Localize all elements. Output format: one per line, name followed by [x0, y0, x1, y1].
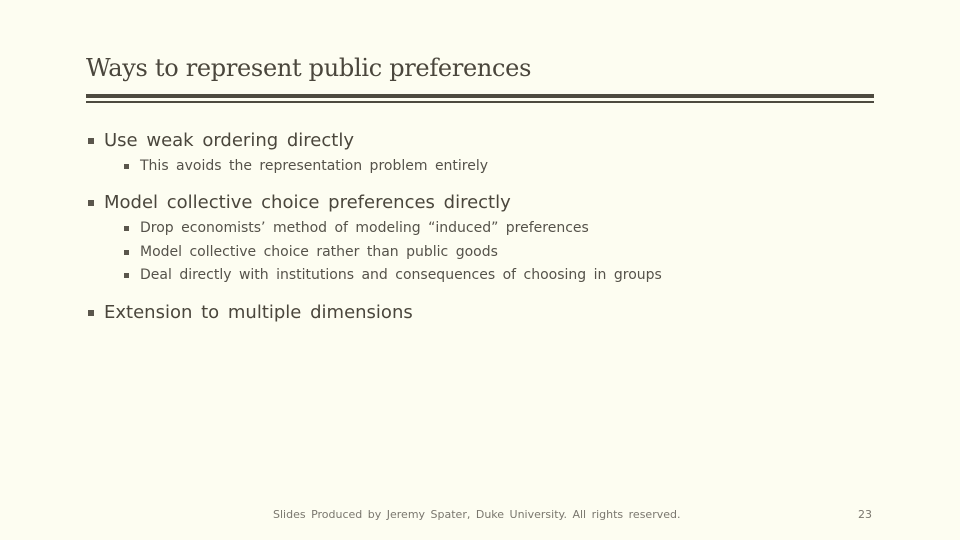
bullet-text: Model collective choice preferences dire… — [104, 192, 511, 213]
bullet-text: Use weak ordering directly — [104, 130, 354, 151]
title-rule-thin — [86, 101, 874, 103]
sub-bullet-text: Model collective choice rather than publ… — [140, 244, 498, 260]
sub-bullet-item: Drop economists’ method of modeling “ind… — [124, 220, 589, 236]
sub-bullet-item: Model collective choice rather than publ… — [124, 244, 498, 260]
square-bullet-icon — [88, 309, 94, 316]
page-number: 23 — [858, 508, 872, 521]
bullet-item: Model collective choice preferences dire… — [88, 192, 511, 213]
bullet-item: Use weak ordering directly — [88, 130, 354, 151]
square-bullet-icon — [88, 199, 94, 206]
title-rule-thick — [86, 94, 874, 98]
slide-footer: Slides Produced by Jeremy Spater, Duke U… — [273, 508, 681, 521]
slide-title: Ways to represent public preferences — [86, 54, 532, 82]
sub-bullet-text: Deal directly with institutions and cons… — [140, 267, 662, 283]
square-bullet-icon — [124, 272, 129, 278]
sub-bullet-text: This avoids the representation problem e… — [140, 158, 489, 174]
bullet-text: Extension to multiple dimensions — [104, 302, 413, 323]
sub-bullet-text: Drop economists’ method of modeling “ind… — [140, 220, 589, 236]
slide: Ways to represent public preferences Use… — [0, 0, 960, 540]
sub-bullet-item: Deal directly with institutions and cons… — [124, 267, 662, 283]
bullet-item: Extension to multiple dimensions — [88, 302, 413, 323]
square-bullet-icon — [88, 137, 94, 144]
square-bullet-icon — [124, 249, 129, 255]
sub-bullet-item: This avoids the representation problem e… — [124, 158, 488, 174]
square-bullet-icon — [124, 163, 129, 169]
square-bullet-icon — [124, 225, 129, 231]
